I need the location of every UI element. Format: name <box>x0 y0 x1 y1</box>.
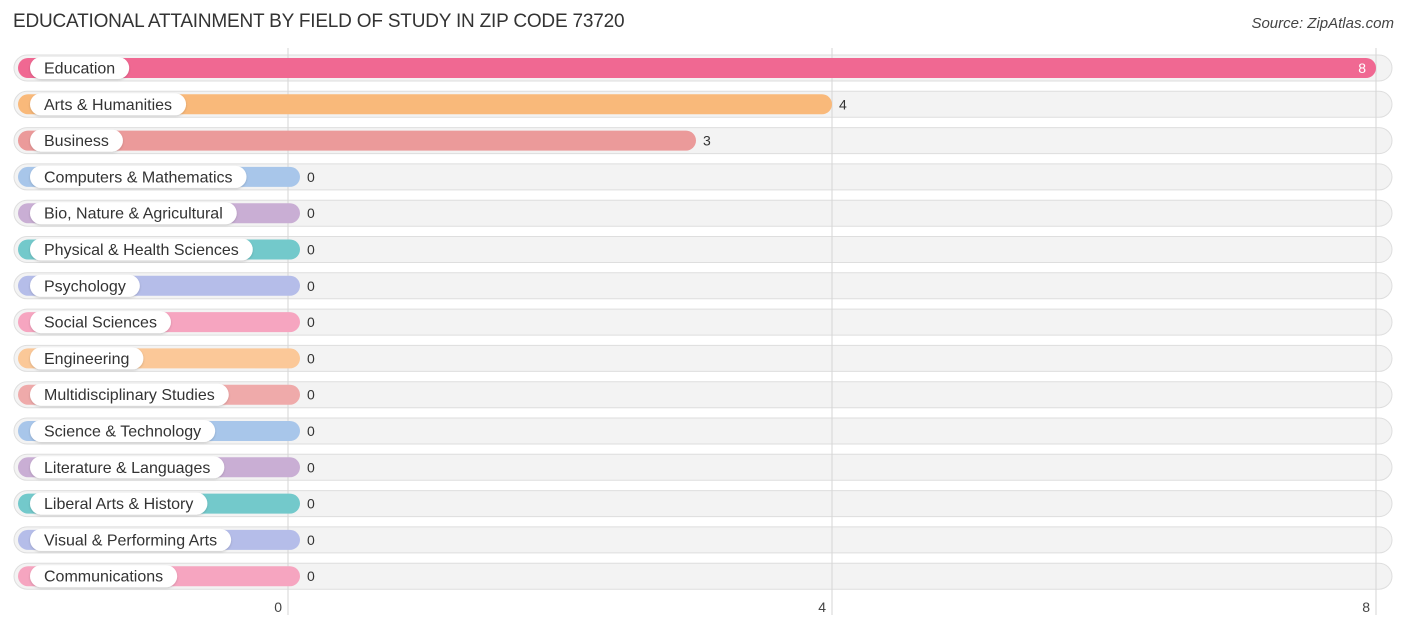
value-label: 0 <box>307 278 315 294</box>
value-label: 0 <box>307 532 315 548</box>
category-label: Multidisciplinary Studies <box>44 387 215 404</box>
bar-row: Engineering 0 <box>18 347 315 370</box>
category-label: Physical & Health Sciences <box>44 242 239 259</box>
x-axis: 0 4 8 <box>274 599 1370 615</box>
bar-row: Computers & Mathematics 0 <box>18 165 315 188</box>
bar-row: Literature & Languages 0 <box>18 456 315 479</box>
value-label: 0 <box>307 242 315 258</box>
value-label: 0 <box>307 459 315 475</box>
bar-row: Arts & Humanities 4 <box>18 93 847 116</box>
bar-row: Social Sciences 0 <box>18 311 315 334</box>
bar-row: Multidisciplinary Studies 0 <box>18 383 315 406</box>
category-label: Science & Technology <box>44 424 201 441</box>
value-label: 0 <box>307 350 315 366</box>
bar-row: Education 8 <box>18 57 1376 79</box>
value-label: 0 <box>307 387 315 403</box>
value-label: 4 <box>839 96 847 112</box>
value-label: 0 <box>307 496 315 512</box>
category-label: Liberal Arts & History <box>44 496 193 513</box>
value-label: 8 <box>1358 60 1366 76</box>
value-label: 0 <box>307 205 315 221</box>
category-label: Education <box>44 61 115 78</box>
category-label: Arts & Humanities <box>44 97 172 114</box>
bar-chart: Education 8 Arts & Humanities 4 Business 3 Com… <box>13 48 1393 615</box>
bar-row: Liberal Arts & History 0 <box>18 492 315 515</box>
category-label: Bio, Nature & Agricultural <box>44 206 223 223</box>
category-label: Engineering <box>44 351 129 368</box>
value-label: 0 <box>307 423 315 439</box>
bar-row: Physical & Health Sciences 0 <box>18 238 315 261</box>
value-label: 3 <box>703 133 711 149</box>
x-tick-label: 8 <box>1362 599 1370 615</box>
value-label: 0 <box>307 169 315 185</box>
category-label: Computers & Mathematics <box>44 169 233 186</box>
value-label: 0 <box>307 568 315 584</box>
category-label: Literature & Languages <box>44 460 210 477</box>
bar-row: Science & Technology 0 <box>18 420 315 442</box>
bar-row: Business 3 <box>18 129 711 152</box>
category-label: Communications <box>44 569 163 586</box>
value-label: 0 <box>307 314 315 330</box>
x-tick-label: 4 <box>818 599 826 615</box>
bar-row: Bio, Nature & Agricultural 0 <box>18 202 315 225</box>
bar-row: Psychology 0 <box>18 274 315 297</box>
category-label: Business <box>44 133 109 150</box>
bar <box>18 58 1376 78</box>
category-label: Psychology <box>44 278 126 295</box>
category-label: Social Sciences <box>44 315 157 332</box>
bar-row: Communications 0 <box>18 565 315 588</box>
bar-row: Visual & Performing Arts 0 <box>18 528 315 551</box>
category-label: Visual & Performing Arts <box>44 532 217 549</box>
x-tick-label: 0 <box>274 599 282 615</box>
